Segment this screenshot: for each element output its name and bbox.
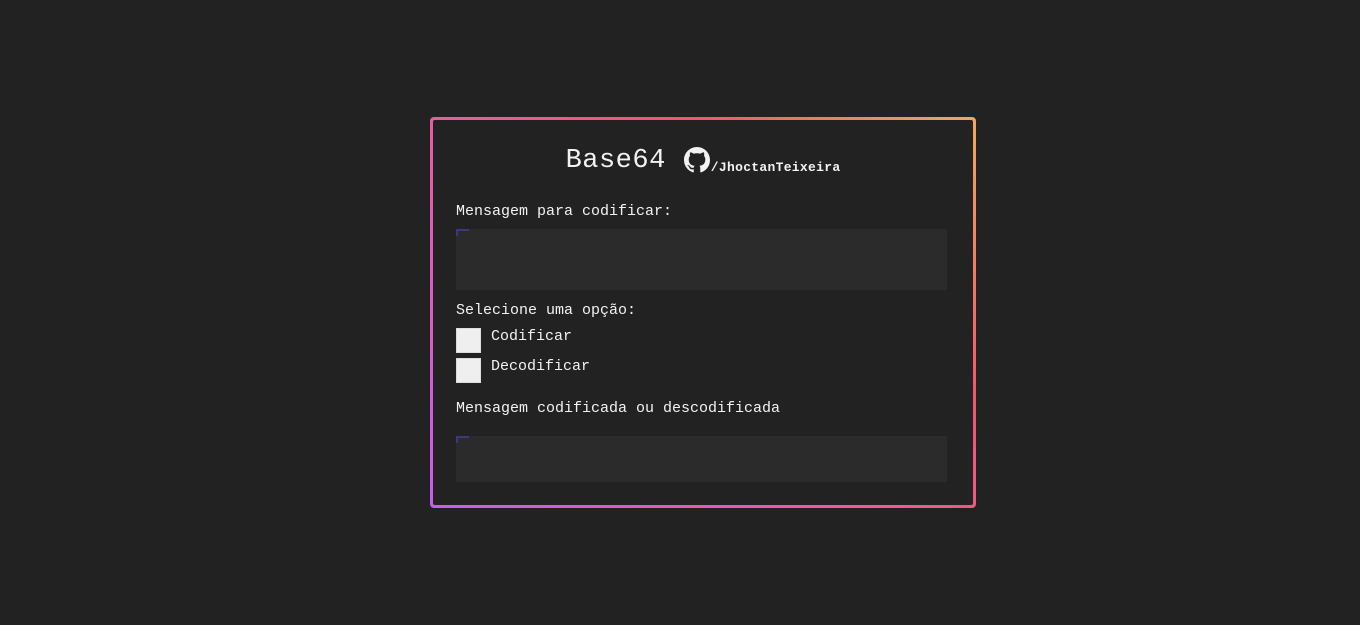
- input-label: Mensagem para codificar:: [456, 203, 673, 220]
- header: Base64 /JhoctanTeixeira: [433, 144, 973, 178]
- decodificar-checkbox[interactable]: [456, 358, 481, 383]
- option-codificar[interactable]: Codificar: [456, 328, 572, 353]
- base64-card: Base64 /JhoctanTeixeira Mensagem para co…: [433, 120, 973, 505]
- page-title: Base64: [565, 146, 666, 176]
- options-label: Selecione uma opção:: [456, 302, 637, 319]
- codificar-label[interactable]: Codificar: [491, 328, 572, 346]
- github-link[interactable]: /JhoctanTeixeira: [683, 147, 841, 178]
- option-decodificar[interactable]: Decodificar: [456, 358, 590, 383]
- codificar-checkbox[interactable]: [456, 328, 481, 353]
- output-label: Mensagem codificada ou descodificada: [456, 400, 781, 417]
- github-username: /JhoctanTeixeira: [710, 160, 841, 175]
- card-gradient-border: Base64 /JhoctanTeixeira Mensagem para co…: [430, 117, 976, 508]
- decodificar-label[interactable]: Decodificar: [491, 358, 590, 376]
- message-input[interactable]: [456, 229, 947, 290]
- github-icon: [683, 147, 710, 173]
- result-output[interactable]: [456, 436, 947, 482]
